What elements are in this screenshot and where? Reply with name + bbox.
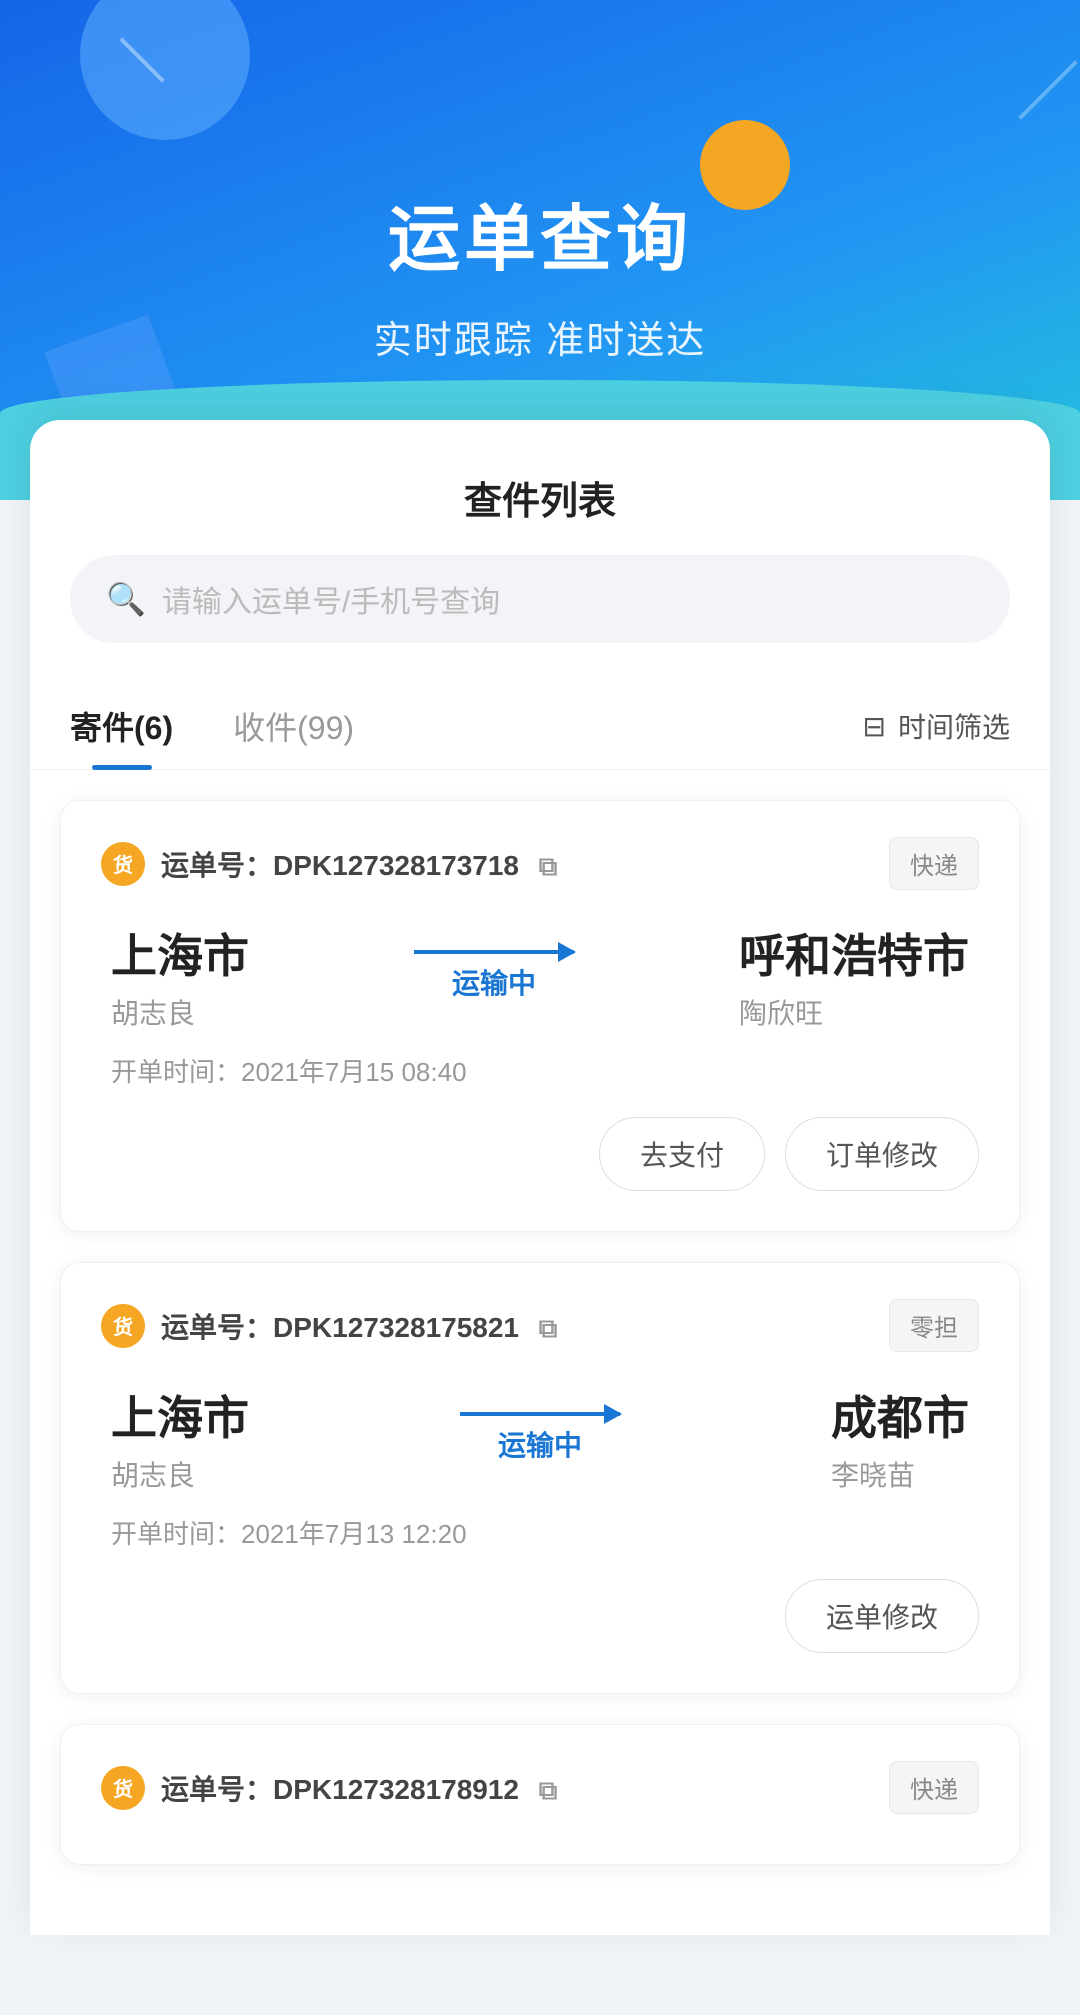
copy-icon-2[interactable]: ⧉ [539,1313,558,1343]
route-status-1: 运输中 [452,962,536,1002]
search-placeholder: 请输入运单号/手机号查询 [162,577,500,621]
route-arrow-2 [460,1412,620,1416]
pkg-header-3: 货 运单号：DPK127328178912 ⧉ 快递 [101,1761,979,1814]
route-row-2: 上海市 胡志良 运输中 成都市 李晓苗 [101,1382,979,1494]
pkg-waybill-1: 运单号：DPK127328173718 ⧉ [161,844,889,884]
route-center-2: 运输中 [249,1412,831,1464]
pkg-type-1: 快递 [889,837,979,890]
time-filter-button[interactable]: ⊟ 时间筛选 [863,706,1010,746]
package-card-3: 货 运单号：DPK127328178912 ⧉ 快递 [60,1724,1020,1865]
package-card-1: 货 运单号：DPK127328173718 ⧉ 快递 上海市 胡志良 运输中 [60,800,1020,1232]
page-subtitle: 实时跟踪 准时送达 [0,309,1080,364]
pay-button-1[interactable]: 去支付 [599,1117,765,1191]
pkg-time-1: 开单时间：2021年7月15 08:40 [101,1052,979,1089]
pkg-actions-2: 运单修改 [101,1579,979,1653]
tab-received[interactable]: 收件(99) [233,683,354,769]
pkg-icon-1: 货 [101,842,145,886]
copy-icon-1[interactable]: ⧉ [539,851,558,881]
pkg-waybill-2: 运单号：DPK127328175821 ⧉ [161,1306,889,1346]
route-center-1: 运输中 [249,950,739,1002]
arrow-line-2 [460,1412,620,1416]
page-title: 运单查询 [0,0,1080,285]
modify-waybill-button-2[interactable]: 运单修改 [785,1579,979,1653]
pkg-icon-3: 货 [101,1766,145,1810]
filter-icon: ⊟ [863,710,886,743]
pkg-header-2: 货 运单号：DPK127328175821 ⧉ 零担 [101,1299,979,1352]
modify-order-button-1[interactable]: 订单修改 [785,1117,979,1191]
card-title: 查件列表 [30,420,1050,555]
pkg-type-3: 快递 [889,1761,979,1814]
from-city-2: 上海市 胡志良 [111,1382,249,1494]
route-arrow-1 [414,950,574,954]
search-icon: 🔍 [106,580,146,618]
content-area: 查件列表 🔍 请输入运单号/手机号查询 寄件(6) 收件(99) ⊟ 时间筛选 … [0,500,1080,2015]
main-card: 查件列表 🔍 请输入运单号/手机号查询 寄件(6) 收件(99) ⊟ 时间筛选 … [30,420,1050,1935]
pkg-icon-2: 货 [101,1304,145,1348]
arrow-line-1 [414,950,574,954]
package-card-2: 货 运单号：DPK127328175821 ⧉ 零担 上海市 胡志良 运输中 [60,1262,1020,1694]
to-city-1: 呼和浩特市 陶欣旺 [739,920,969,1032]
filter-label: 时间筛选 [898,706,1010,746]
route-status-2: 运输中 [498,1424,582,1464]
search-bar[interactable]: 🔍 请输入运单号/手机号查询 [70,555,1010,643]
pkg-type-2: 零担 [889,1299,979,1352]
pkg-time-2: 开单时间：2021年7月13 12:20 [101,1514,979,1551]
to-city-2: 成都市 李晓苗 [831,1382,969,1494]
from-city-1: 上海市 胡志良 [111,920,249,1032]
route-row-1: 上海市 胡志良 运输中 呼和浩特市 陶欣旺 [101,920,979,1032]
copy-icon-3[interactable]: ⧉ [539,1775,558,1805]
pkg-actions-1: 去支付 订单修改 [101,1117,979,1191]
pkg-header-1: 货 运单号：DPK127328173718 ⧉ 快递 [101,837,979,890]
pkg-waybill-3: 运单号：DPK127328178912 ⧉ [161,1768,889,1808]
tabs-row: 寄件(6) 收件(99) ⊟ 时间筛选 [30,683,1050,770]
tab-sent[interactable]: 寄件(6) [70,683,173,769]
